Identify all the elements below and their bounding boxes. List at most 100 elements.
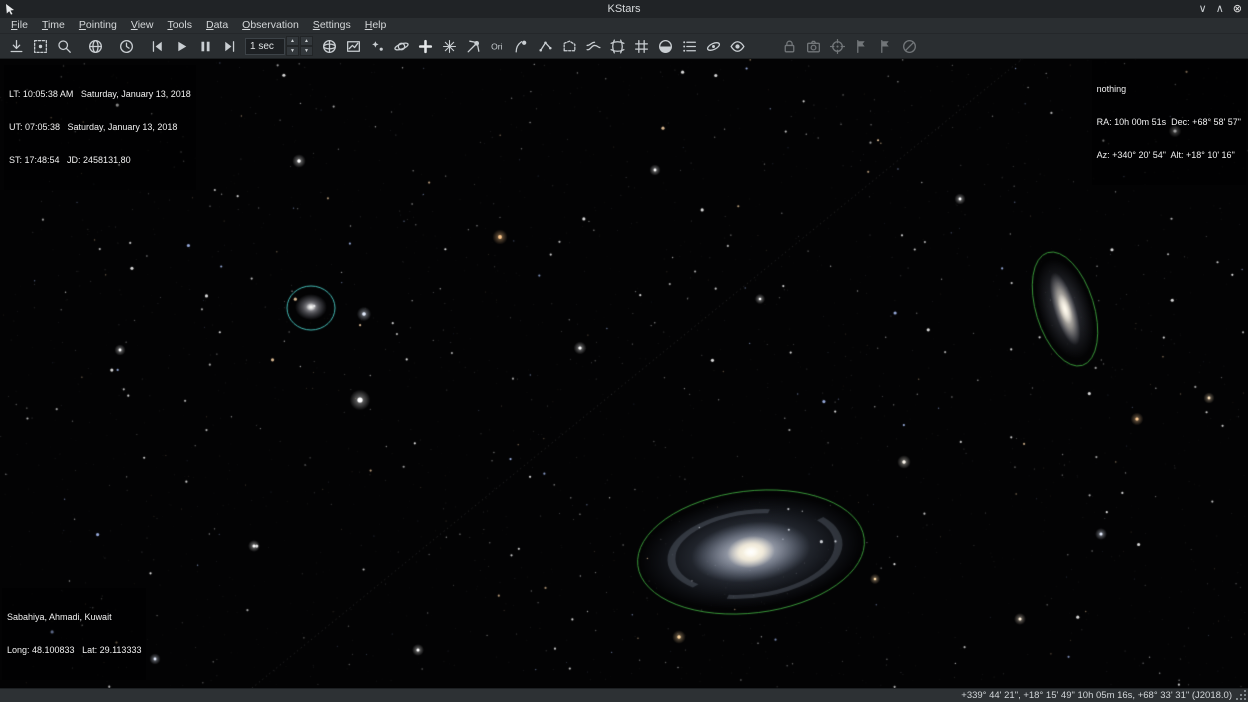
show-constellation-lines-icon xyxy=(537,38,554,55)
telescope-park-button[interactable] xyxy=(850,35,873,58)
capture-image-icon xyxy=(805,38,822,55)
show-supernovae-icon xyxy=(441,38,458,55)
focus-object-name: nothing xyxy=(1097,84,1241,95)
focus-info-overlay: nothing RA: 10h 00m 51s Dec: +68° 58' 57… xyxy=(1092,60,1246,185)
menu-item-tools[interactable]: Tools xyxy=(160,18,199,33)
sky-map-area: LT: 10:05:38 AM Saturday, January 13, 20… xyxy=(0,59,1248,688)
menu-item-time[interactable]: Time xyxy=(35,18,72,33)
whats-interesting-icon xyxy=(681,38,698,55)
center-telescope-icon xyxy=(829,38,846,55)
show-solar-system-icon xyxy=(393,38,410,55)
toolbar-separator xyxy=(76,34,83,58)
mount-lock-button[interactable] xyxy=(778,35,801,58)
toolbar-separator xyxy=(107,34,114,58)
telescope-unpark-button[interactable] xyxy=(874,35,897,58)
abort-telescope-icon xyxy=(901,38,918,55)
show-constellation-boundaries-icon xyxy=(561,38,578,55)
show-equatorial-grid-button[interactable] xyxy=(606,35,629,58)
menu-item-help[interactable]: Help xyxy=(358,18,394,33)
title-bar: KStars ∨ ∧ ⊗ xyxy=(0,0,1248,18)
stop-clock-button[interactable] xyxy=(194,35,217,58)
time-step-forward-button[interactable] xyxy=(218,35,241,58)
zoom-button[interactable] xyxy=(53,35,76,58)
show-milky-way-button[interactable] xyxy=(582,35,605,58)
window-title: KStars xyxy=(0,0,1248,18)
kstars-window: KStars ∨ ∧ ⊗ FileTimePointingViewToolsDa… xyxy=(0,0,1248,702)
show-constellation-boundaries-button[interactable] xyxy=(558,35,581,58)
pointing-crosshair-button[interactable] xyxy=(414,35,437,58)
time-step-value[interactable]: 1 sec xyxy=(245,38,285,55)
toolbar-separator xyxy=(749,34,777,58)
whats-interesting-button[interactable] xyxy=(678,35,701,58)
download-data-icon xyxy=(8,38,25,55)
show-equatorial-grid-icon xyxy=(609,38,626,55)
time-step-down-button[interactable]: ▼ xyxy=(286,46,299,56)
find-object-button[interactable] xyxy=(29,35,52,58)
capture-image-button[interactable] xyxy=(802,35,825,58)
download-data-button[interactable] xyxy=(5,35,28,58)
telescope-unpark-icon xyxy=(877,38,894,55)
set-time-icon xyxy=(118,38,135,55)
time-step-widget: 1 sec▲▼▲▼ xyxy=(245,36,313,56)
resize-grip[interactable] xyxy=(1236,690,1246,700)
status-bar: +339° 44' 21", +18° 15' 49" 10h 05m 16s,… xyxy=(0,688,1248,702)
show-horizontal-grid-button[interactable] xyxy=(630,35,653,58)
pointing-crosshair-icon xyxy=(417,38,434,55)
svg-text:Ori: Ori xyxy=(491,41,502,51)
start-clock-button[interactable] xyxy=(170,35,193,58)
focus-az-alt: Az: +340° 20' 54" Alt: +18° 10' 16" xyxy=(1097,150,1241,161)
menu-item-data[interactable]: Data xyxy=(199,18,235,33)
universal-time-text: UT: 07:05:38 Saturday, January 13, 2018 xyxy=(9,122,191,133)
fov-symbol-icon xyxy=(345,38,362,55)
show-deep-sky-objects-button[interactable] xyxy=(702,35,725,58)
show-comets-button[interactable] xyxy=(462,35,485,58)
show-constellation-lines-button[interactable] xyxy=(534,35,557,58)
maximize-button[interactable]: ∧ xyxy=(1216,0,1224,18)
center-telescope-button[interactable] xyxy=(826,35,849,58)
start-clock-icon xyxy=(173,38,190,55)
set-time-button[interactable] xyxy=(115,35,138,58)
set-geographic-location-button[interactable] xyxy=(84,35,107,58)
time-unit-down-button[interactable]: ▼ xyxy=(300,46,313,56)
menu-item-view[interactable]: View xyxy=(124,18,161,33)
show-horizontal-grid-icon xyxy=(633,38,650,55)
show-solar-system-button[interactable] xyxy=(390,35,413,58)
close-button[interactable]: ⊗ xyxy=(1233,0,1242,18)
time-step-backward-icon xyxy=(149,38,166,55)
abort-telescope-button[interactable] xyxy=(898,35,921,58)
show-stars-button[interactable] xyxy=(366,35,389,58)
time-unit-up-button[interactable]: ▲ xyxy=(300,36,313,46)
show-constellation-names-button[interactable]: Ori xyxy=(486,35,509,58)
show-supernovae-button[interactable] xyxy=(438,35,461,58)
show-constellation-art-icon xyxy=(513,38,530,55)
toolbar-separator xyxy=(138,34,145,58)
location-name: Sabahiya, Ahmadi, Kuwait xyxy=(7,612,141,623)
menu-item-observation[interactable]: Observation xyxy=(235,18,306,33)
time-info-overlay: LT: 10:05:38 AM Saturday, January 13, 20… xyxy=(4,65,196,190)
show-constellation-names-icon: Ori xyxy=(489,38,506,55)
location-coordinates: Long: 48.100833 Lat: 29.113333 xyxy=(7,645,141,656)
menu-item-pointing[interactable]: Pointing xyxy=(72,18,124,33)
menu-bar: FileTimePointingViewToolsDataObservation… xyxy=(0,18,1248,34)
switch-coordinate-system-button[interactable] xyxy=(318,35,341,58)
telescope-park-icon xyxy=(853,38,870,55)
main-toolbar: 1 sec▲▼▲▼Ori xyxy=(0,34,1248,59)
find-object-icon xyxy=(32,38,49,55)
minimize-button[interactable]: ∨ xyxy=(1199,0,1207,18)
mount-lock-icon xyxy=(781,38,798,55)
menu-item-file[interactable]: File xyxy=(4,18,35,33)
time-step-up-button[interactable]: ▲ xyxy=(286,36,299,46)
window-controls: ∨ ∧ ⊗ xyxy=(1199,0,1242,18)
show-horizon-button[interactable] xyxy=(654,35,677,58)
local-time-text: LT: 10:05:38 AM Saturday, January 13, 20… xyxy=(9,89,191,100)
menu-item-settings[interactable]: Settings xyxy=(306,18,358,33)
time-step-backward-button[interactable] xyxy=(146,35,169,58)
eyepiece-view-button[interactable] xyxy=(726,35,749,58)
sidereal-time-text: ST: 17:48:54 JD: 2458131.80 xyxy=(9,155,191,166)
show-comets-icon xyxy=(465,38,482,55)
show-milky-way-icon xyxy=(585,38,602,55)
show-constellation-art-button[interactable] xyxy=(510,35,533,58)
show-stars-icon xyxy=(369,38,386,55)
set-geographic-location-icon xyxy=(87,38,104,55)
fov-symbol-button[interactable] xyxy=(342,35,365,58)
